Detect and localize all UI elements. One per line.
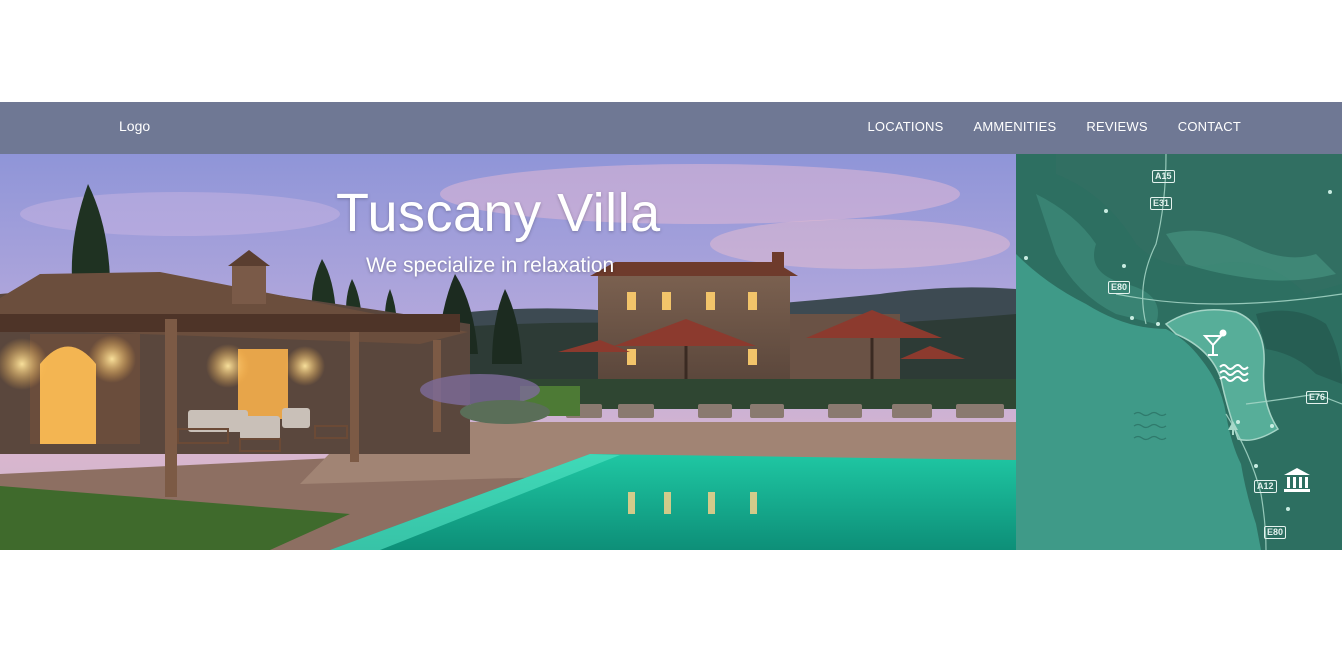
road-label-e80-north: E80 [1108,281,1131,294]
waves-icon [1219,364,1249,382]
road-label-a15: A15 [1152,170,1175,183]
navbar: Logo LOCATIONS AMMENITIES REVIEWS CONTAC… [0,102,1342,154]
nav-links: LOCATIONS AMMENITIES REVIEWS CONTACT [838,102,1242,150]
hero-subtitle: We specialize in relaxation [366,254,615,277]
road-label-e31: E31 [1150,197,1173,210]
museum-icon [1284,468,1310,492]
nav-link-reviews[interactable]: REVIEWS [1086,119,1147,134]
road-label-a12: A12 [1254,480,1277,493]
nav-link-contact[interactable]: CONTACT [1178,119,1241,134]
nav-link-ammenities[interactable]: AMMENITIES [973,119,1056,134]
road-label-e80-south: E80 [1264,526,1287,539]
road-label-e76: E76 [1306,391,1329,404]
cocktail-icon [1202,329,1227,356]
map-panel: A15 E31 E80 E76 A12 E80 [1016,154,1342,550]
tree-icon [1228,421,1238,435]
hero-banner: Tuscany Villa We specialize in relaxatio… [0,154,1016,550]
nav-link-locations[interactable]: LOCATIONS [868,119,944,134]
logo-link[interactable]: Logo [119,102,150,150]
hero-title: Tuscany Villa [336,183,661,243]
